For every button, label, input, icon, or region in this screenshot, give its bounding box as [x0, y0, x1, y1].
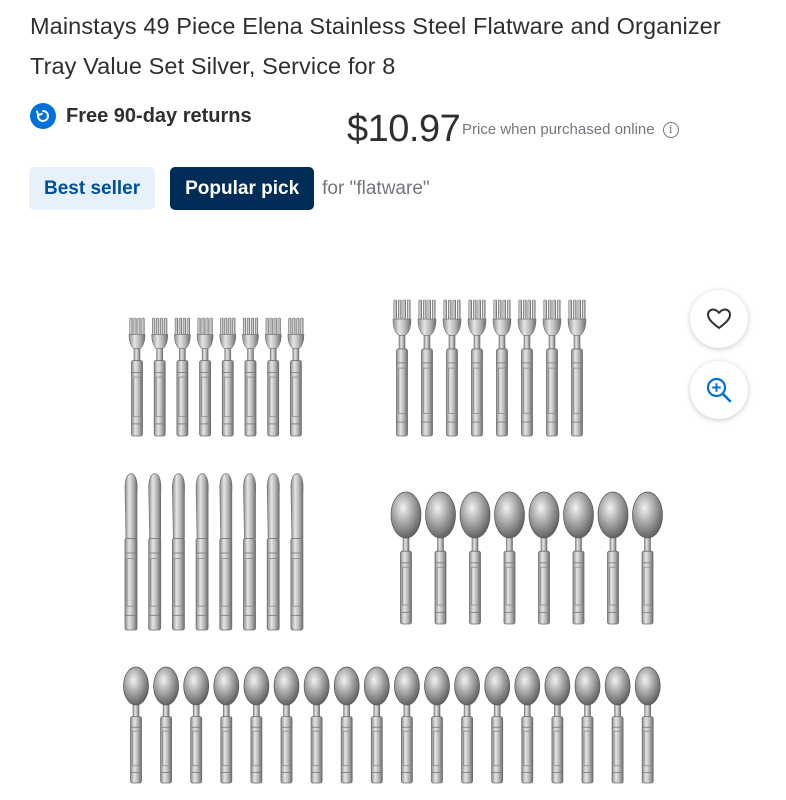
soup-spoon — [494, 491, 525, 625]
badges: Best seller Popular pick for "flatware" — [29, 167, 430, 210]
teaspoon — [424, 666, 450, 784]
price-note-text: Price when purchased online — [462, 121, 655, 138]
product-image[interactable] — [0, 230, 786, 800]
zoom-in-icon — [706, 377, 732, 403]
heart-icon — [707, 308, 731, 329]
teaspoon — [243, 666, 270, 784]
soup-spoon — [597, 491, 629, 625]
knife — [266, 473, 280, 631]
teaspoon — [544, 666, 571, 784]
price-note: Price when purchased online i — [462, 121, 679, 138]
teaspoon — [183, 666, 210, 784]
dinner-fork — [392, 299, 412, 437]
teaspoon — [303, 666, 330, 784]
soup-spoon — [425, 491, 456, 625]
teaspoon — [363, 666, 390, 784]
salad-fork — [174, 317, 191, 437]
knife — [148, 473, 162, 631]
soup-spoon — [528, 491, 560, 625]
popular-pick-badge: Popular pick — [170, 167, 315, 210]
teaspoon — [123, 666, 149, 784]
dinner-fork — [492, 299, 512, 437]
salad-forks-group — [128, 317, 305, 437]
soup-spoon — [632, 491, 663, 625]
returns-label: Free 90-day returns — [66, 104, 252, 127]
knife — [195, 473, 209, 631]
knife — [124, 473, 138, 631]
return-arrow-icon — [30, 103, 56, 129]
soup-spoons-group — [390, 491, 663, 625]
best-seller-badge: Best seller — [29, 167, 156, 210]
info-icon[interactable]: i — [662, 121, 679, 138]
dinner-forks-group — [392, 299, 587, 437]
returns-info[interactable]: Free 90-day returns — [30, 101, 252, 131]
soup-spoon — [563, 491, 594, 625]
teaspoon — [333, 666, 360, 784]
dinner-fork — [567, 299, 587, 437]
favorite-button[interactable] — [690, 290, 748, 348]
teaspoon — [484, 666, 511, 784]
dinner-fork — [542, 299, 562, 437]
soup-spoon — [459, 491, 491, 625]
knives-group — [124, 473, 304, 631]
salad-fork — [151, 317, 169, 437]
product-title: Mainstays 49 Piece Elena Stainless Steel… — [30, 13, 721, 79]
dinner-fork — [467, 299, 487, 437]
teaspoon — [394, 666, 420, 784]
teaspoons-group — [123, 666, 661, 784]
knife — [219, 473, 233, 631]
teaspoon — [514, 666, 541, 784]
salad-fork — [128, 317, 146, 437]
dinner-fork — [417, 299, 437, 437]
teaspoon — [574, 666, 601, 784]
salad-fork — [219, 317, 237, 437]
salad-fork — [287, 317, 305, 437]
salad-fork — [242, 317, 259, 437]
product-price: $10.97 — [347, 108, 461, 150]
teaspoon — [454, 666, 480, 784]
dinner-fork — [517, 299, 537, 437]
teaspoon — [634, 666, 661, 784]
salad-fork — [196, 317, 214, 437]
teaspoon — [213, 666, 240, 784]
knife — [243, 473, 257, 631]
zoom-button[interactable] — [690, 361, 748, 419]
salad-fork — [264, 317, 282, 437]
popular-pick-context: for "flatware" — [322, 177, 430, 199]
dinner-fork — [442, 299, 462, 437]
teaspoon — [273, 666, 300, 784]
teaspoon — [153, 666, 179, 784]
knife — [290, 473, 304, 631]
knife — [171, 473, 185, 631]
teaspoon — [604, 666, 631, 784]
soup-spoon — [390, 491, 422, 625]
